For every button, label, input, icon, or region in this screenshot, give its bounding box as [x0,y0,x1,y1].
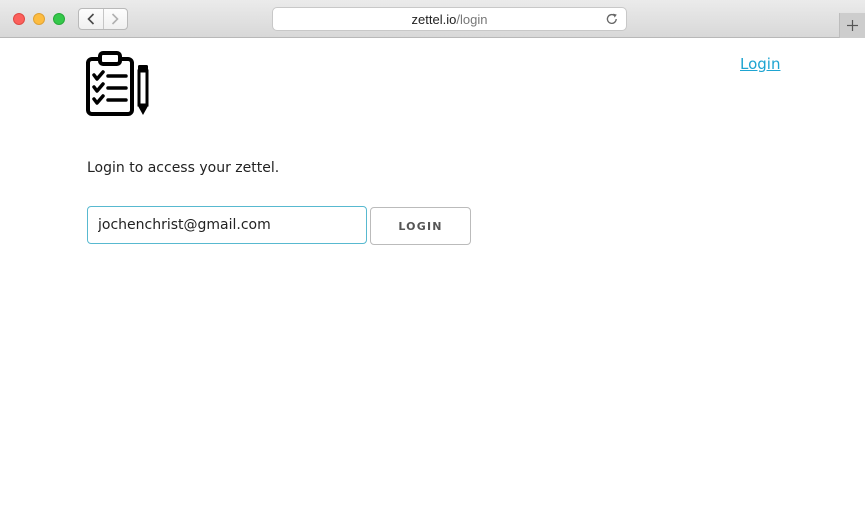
chevron-right-icon [112,13,119,25]
close-window-button[interactable] [13,13,25,25]
forward-button[interactable] [102,9,128,29]
navigation-buttons [78,8,128,30]
chevron-left-icon [87,13,94,25]
url-host: zettel.io [411,11,457,27]
minimize-window-button[interactable] [33,13,45,25]
reload-icon[interactable] [605,12,619,26]
login-link[interactable]: Login [740,55,780,73]
browser-toolbar: zettel.io/login [0,0,865,38]
address-bar[interactable]: zettel.io/login [272,7,627,31]
email-field[interactable] [87,206,367,244]
intro-text: Login to access your zettel. [87,160,280,176]
url-path: /login [456,11,488,27]
zoom-window-button[interactable] [53,13,65,25]
clipboard-checklist-pencil-icon [86,51,149,116]
back-button[interactable] [79,9,103,29]
new-tab-button[interactable] [839,13,865,38]
plus-icon [847,20,858,31]
login-button[interactable]: LOGIN [370,207,471,245]
